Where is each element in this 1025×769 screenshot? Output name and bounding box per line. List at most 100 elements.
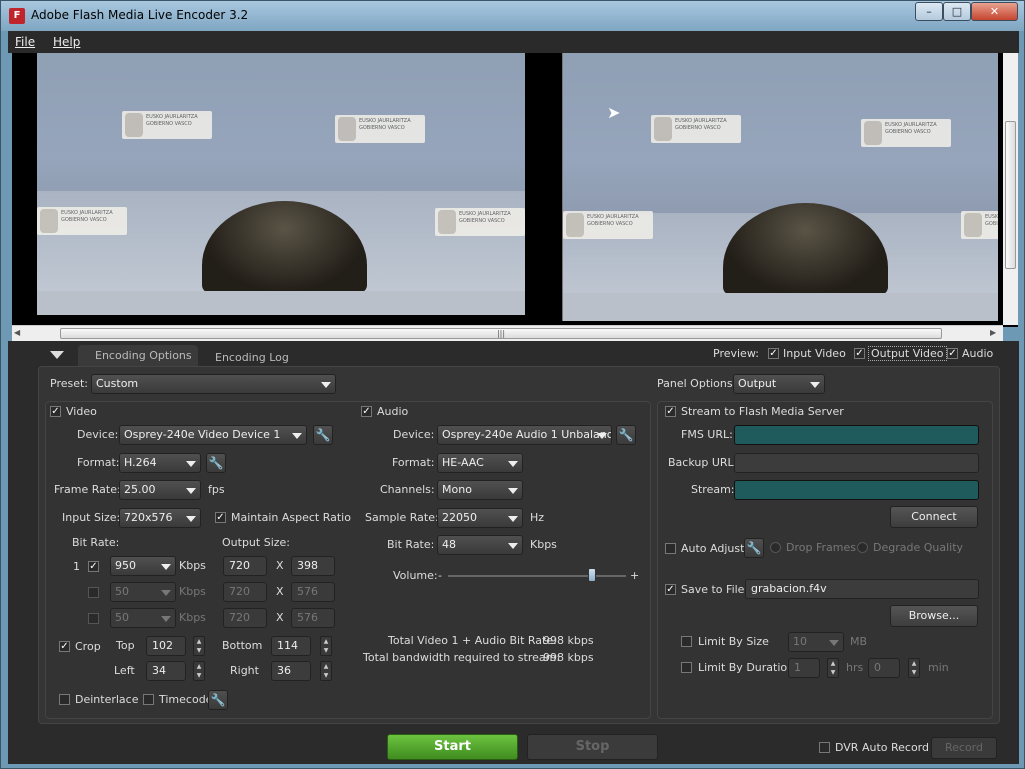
audio-device-dropdown[interactable]: Osprey-240e Audio 1 Unbalanced: [437, 425, 612, 445]
audio-checkbox[interactable]: ✓: [361, 406, 372, 417]
duration-minutes-input[interactable]: 0: [868, 658, 900, 678]
crop-left-label: Left: [114, 664, 135, 677]
logo-image: EUSKO JAURLARITZA GOBIERNO VASCO: [651, 115, 741, 143]
degrade-quality-radio[interactable]: [857, 542, 868, 553]
size-separator: X: [276, 559, 284, 572]
frame-rate-dropdown[interactable]: 25.00: [119, 480, 201, 500]
audio-format-dropdown[interactable]: HE-AAC: [437, 453, 523, 473]
minimize-button[interactable]: –: [915, 2, 943, 21]
limit-size-dropdown[interactable]: 10: [788, 632, 844, 652]
output-height-row2[interactable]: 576: [291, 582, 335, 602]
app-icon: F: [9, 8, 25, 24]
crop-top-input[interactable]: 102: [146, 636, 186, 656]
title-bar: F Adobe Flash Media Live Encoder 3.2 – □…: [1, 1, 1024, 31]
connect-button[interactable]: Connect: [890, 506, 978, 528]
degrade-quality-label: Degrade Quality: [873, 541, 964, 554]
bitrate-row1-dropdown[interactable]: 950: [110, 556, 176, 576]
bitrate-row1-checkbox[interactable]: ✓: [88, 561, 99, 572]
maximize-button[interactable]: □: [943, 2, 971, 21]
output-height-row1[interactable]: 398: [291, 556, 335, 576]
timecode-settings-icon[interactable]: 🔧: [208, 690, 228, 710]
scroll-right-icon[interactable]: ▶: [990, 328, 996, 337]
file-name-input[interactable]: grabacion.f4v: [745, 579, 979, 599]
video-format-dropdown[interactable]: H.264: [119, 453, 201, 473]
record-button[interactable]: Record: [931, 737, 997, 759]
limit-by-size-checkbox[interactable]: [681, 636, 692, 647]
size-unit: MB: [850, 635, 868, 648]
tab-encoding-log[interactable]: Encoding Log: [215, 351, 289, 364]
preview-vertical-scrollbar[interactable]: [1003, 53, 1018, 325]
scroll-left-icon[interactable]: ◀: [14, 328, 20, 337]
audio-device-settings-icon[interactable]: 🔧: [616, 425, 636, 445]
crop-right-input[interactable]: 36: [271, 661, 311, 681]
video-device-settings-icon[interactable]: 🔧: [313, 425, 333, 445]
panel-options-dropdown[interactable]: Output: [733, 374, 825, 394]
output-width-row1[interactable]: 720: [223, 556, 267, 576]
collapse-toggle-icon[interactable]: [50, 351, 64, 359]
video-checkbox[interactable]: ✓: [50, 406, 61, 417]
drop-frames-radio[interactable]: [770, 542, 781, 553]
maintain-aspect-label: Maintain Aspect Ratio: [231, 511, 351, 524]
crop-right-stepper[interactable]: ▲ ▼: [320, 661, 332, 681]
output-height-row3[interactable]: 576: [291, 608, 335, 628]
video-format-label: Format:: [77, 456, 120, 469]
output-width-row2[interactable]: 720: [223, 582, 267, 602]
deinterlace-checkbox[interactable]: [59, 694, 70, 705]
bitrate-row3-dropdown[interactable]: 50: [110, 608, 176, 628]
bitrate-row2-checkbox[interactable]: [88, 587, 99, 598]
crop-top-stepper[interactable]: ▲ ▼: [193, 636, 205, 656]
sample-rate-unit: Hz: [530, 511, 545, 524]
scrollbar-thumb[interactable]: |||: [60, 328, 942, 339]
volume-slider-thumb[interactable]: [588, 568, 597, 582]
crop-bottom-stepper[interactable]: ▲ ▼: [320, 636, 332, 656]
start-button[interactable]: Start: [387, 734, 518, 760]
video-format-settings-icon[interactable]: 🔧: [206, 453, 226, 473]
save-to-file-label: Save to File: [681, 583, 745, 596]
auto-adjust-settings-icon[interactable]: 🔧: [744, 538, 764, 558]
menu-file[interactable]: File: [15, 35, 35, 49]
crop-checkbox[interactable]: ✓: [59, 641, 70, 652]
volume-slider-track[interactable]: [448, 575, 626, 577]
duration-minutes-stepper[interactable]: ▲ ▼: [908, 658, 920, 678]
limit-by-duration-checkbox[interactable]: [681, 662, 692, 673]
volume-minus: -: [438, 569, 442, 582]
stream-name-input[interactable]: [734, 480, 979, 500]
maintain-aspect-checkbox[interactable]: ✓: [215, 512, 226, 523]
stop-button[interactable]: Stop: [527, 734, 658, 760]
output-width-row3[interactable]: 720: [223, 608, 267, 628]
drop-frames-label: Drop Frames: [786, 541, 856, 554]
timecode-label: Timecode: [159, 693, 213, 706]
menu-help[interactable]: Help: [53, 35, 80, 49]
video-device-dropdown[interactable]: Osprey-240e Video Device 1: [119, 425, 307, 445]
save-to-file-checkbox[interactable]: ✓: [665, 584, 676, 595]
output-size-header: Output Size:: [222, 536, 290, 549]
close-button[interactable]: ✕: [971, 2, 1018, 21]
preset-dropdown[interactable]: Custom: [91, 374, 336, 394]
preview-area: EUSKO JAURLARITZA GOBIERNO VASCO EUSKO J…: [12, 53, 1018, 327]
input-video-checkbox[interactable]: ✓: [768, 348, 779, 359]
audio-bit-rate-dropdown[interactable]: 48: [437, 535, 523, 555]
input-size-dropdown[interactable]: 720x576: [119, 508, 201, 528]
timecode-checkbox[interactable]: [143, 694, 154, 705]
duration-hours-stepper[interactable]: ▲ ▼: [827, 658, 839, 678]
preview-horizontal-scrollbar[interactable]: ◀ ||| ▶: [12, 325, 1003, 341]
duration-hours-input[interactable]: 1: [788, 658, 820, 678]
crop-left-stepper[interactable]: ▲ ▼: [193, 661, 205, 681]
stream-to-fms-label: Stream to Flash Media Server: [681, 405, 844, 418]
crop-bottom-input[interactable]: 114: [271, 636, 311, 656]
logo-image: EUSKO JAURLARITZA GOBIERNO VASCO: [563, 211, 653, 239]
backup-url-input[interactable]: [734, 453, 979, 473]
tab-encoding-options[interactable]: Encoding Options: [78, 345, 198, 367]
output-video-checkbox[interactable]: ✓: [854, 348, 865, 359]
audio-preview-checkbox[interactable]: ✓: [947, 348, 958, 359]
fms-url-input[interactable]: [734, 425, 979, 445]
auto-adjust-checkbox[interactable]: [665, 543, 676, 554]
sample-rate-dropdown[interactable]: 22050: [437, 508, 523, 528]
stream-to-fms-checkbox[interactable]: ✓: [665, 406, 676, 417]
channels-dropdown[interactable]: Mono: [437, 480, 523, 500]
browse-button[interactable]: Browse...: [890, 605, 978, 627]
dvr-auto-record-checkbox[interactable]: [819, 742, 830, 753]
bitrate-row2-dropdown[interactable]: 50: [110, 582, 176, 602]
crop-left-input[interactable]: 34: [146, 661, 186, 681]
bitrate-row3-checkbox[interactable]: [88, 613, 99, 624]
